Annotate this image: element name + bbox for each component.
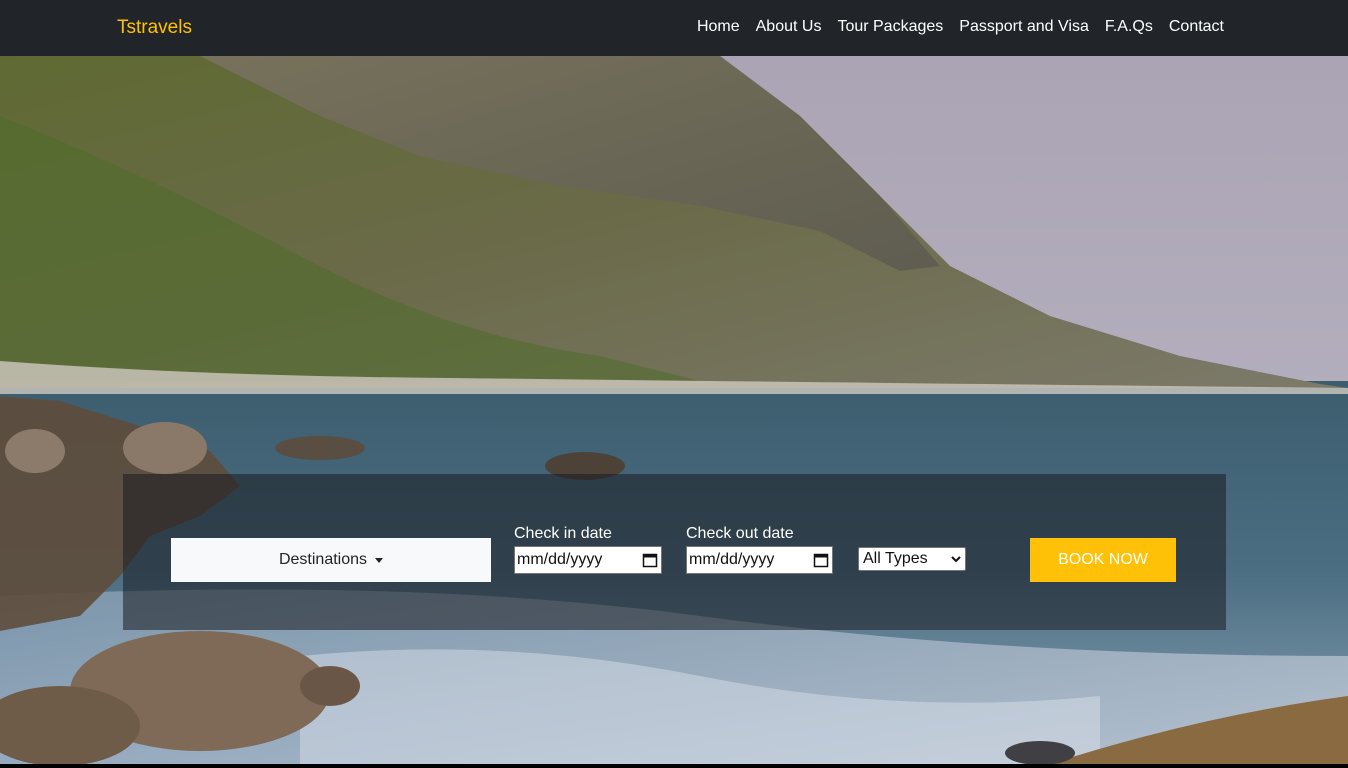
booking-form-panel: Destinations Check in date mm/dd/yyyy Ch… — [123, 474, 1226, 630]
check-out-placeholder: mm/dd/yyyy — [689, 551, 775, 568]
check-out-label: Check out date — [686, 525, 794, 542]
check-in-date-input[interactable]: mm/dd/yyyy — [514, 546, 662, 574]
brand-logo[interactable]: Tstravels — [117, 17, 192, 39]
page-bottom-edge — [0, 764, 1348, 768]
destinations-dropdown-button[interactable]: Destinations — [171, 538, 491, 582]
nav-tour-packages[interactable]: Tour Packages — [837, 18, 943, 36]
check-out-date-input[interactable]: mm/dd/yyyy — [686, 546, 833, 574]
nav-passport-and-visa[interactable]: Passport and Visa — [959, 18, 1089, 36]
top-navbar: Tstravels Home About Us Tour Packages Pa… — [0, 0, 1348, 56]
nav-contact[interactable]: Contact — [1169, 18, 1224, 36]
nav-faqs[interactable]: F.A.Qs — [1105, 18, 1153, 36]
book-now-button[interactable]: BOOK NOW — [1030, 538, 1176, 582]
tour-type-selected-value: All Types — [863, 550, 928, 567]
caret-down-icon — [375, 557, 384, 563]
coastal-landscape-picture — [0, 56, 1348, 764]
check-in-placeholder: mm/dd/yyyy — [517, 551, 603, 568]
nav-home[interactable]: Home — [697, 18, 740, 36]
calendar-icon[interactable] — [642, 552, 658, 568]
hero-background-image — [0, 56, 1348, 764]
tour-type-select[interactable]: All Types — [858, 547, 966, 571]
chevron-down-icon — [951, 555, 961, 562]
check-in-label: Check in date — [514, 525, 612, 542]
nav-links: Home About Us Tour Packages Passport and… — [697, 18, 1224, 36]
calendar-icon[interactable] — [813, 552, 829, 568]
destinations-label: Destinations — [278, 551, 368, 568]
nav-about-us[interactable]: About Us — [756, 18, 822, 36]
